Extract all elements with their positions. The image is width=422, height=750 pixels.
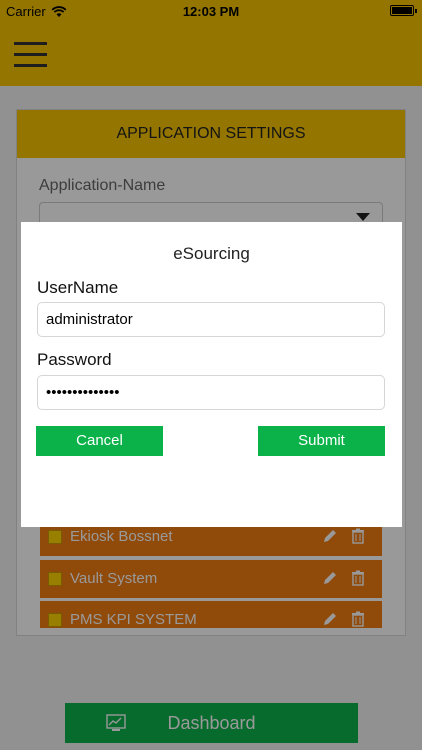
cancel-button[interactable]: Cancel <box>36 426 163 456</box>
login-dialog: eSourcing UserName Password ••••••••••••… <box>21 222 402 527</box>
username-input[interactable] <box>37 302 385 337</box>
username-label: UserName <box>37 278 119 297</box>
dialog-title: eSourcing <box>173 244 250 263</box>
password-label: Password <box>37 350 112 369</box>
password-input[interactable]: •••••••••••••• <box>37 375 385 410</box>
submit-button[interactable]: Submit <box>258 426 385 456</box>
